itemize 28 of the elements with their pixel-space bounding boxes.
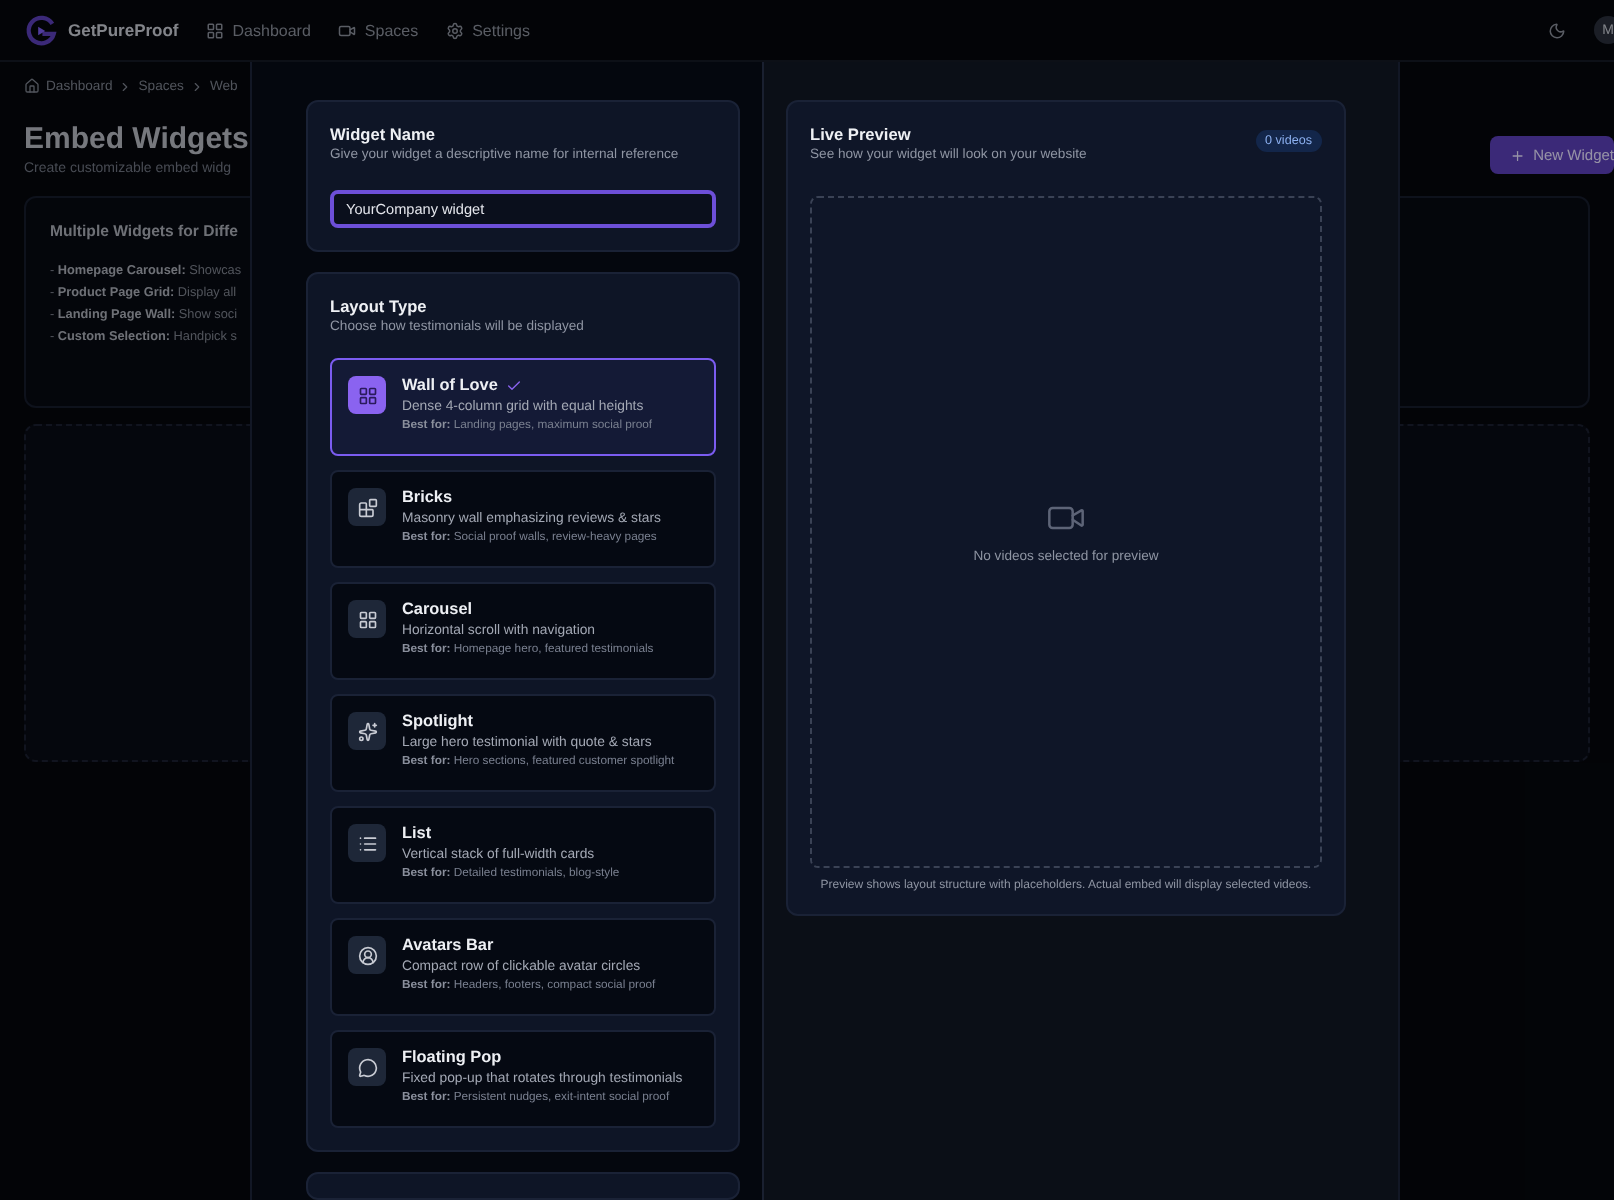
brand-name: GetPureProof [68,20,179,40]
home-icon [24,78,40,94]
layout-name: List [402,824,432,842]
section-title: Live Preview [810,124,913,144]
user-circle-icon [357,945,377,965]
grid-icon [357,609,377,629]
grid-icon [357,385,377,405]
moon-icon[interactable] [1548,21,1566,39]
video-icon [338,21,357,39]
layout-name: Spotlight [402,712,473,730]
layout-name: Bricks [402,488,453,506]
page-title: Embed Widgets [24,122,249,156]
layout-name: Wall of Love [402,376,498,394]
sparkles-icon [357,721,377,741]
check-icon [505,377,522,393]
logo-icon [24,13,58,47]
blocks-icon [357,497,377,517]
settings-icon [446,21,465,39]
chevron-icon [118,79,133,93]
layout-name: Avatars Bar [402,936,494,954]
chevron-icon [189,79,204,93]
section-title: Layout Type [330,296,429,316]
dashboard-icon [206,21,225,39]
section-title: Widget Name [330,124,437,144]
layout-name: Floating Pop [402,1048,502,1066]
layout-name: Carousel [402,600,473,618]
chat-bubble-icon [357,1057,377,1077]
plus-icon [1510,147,1526,163]
